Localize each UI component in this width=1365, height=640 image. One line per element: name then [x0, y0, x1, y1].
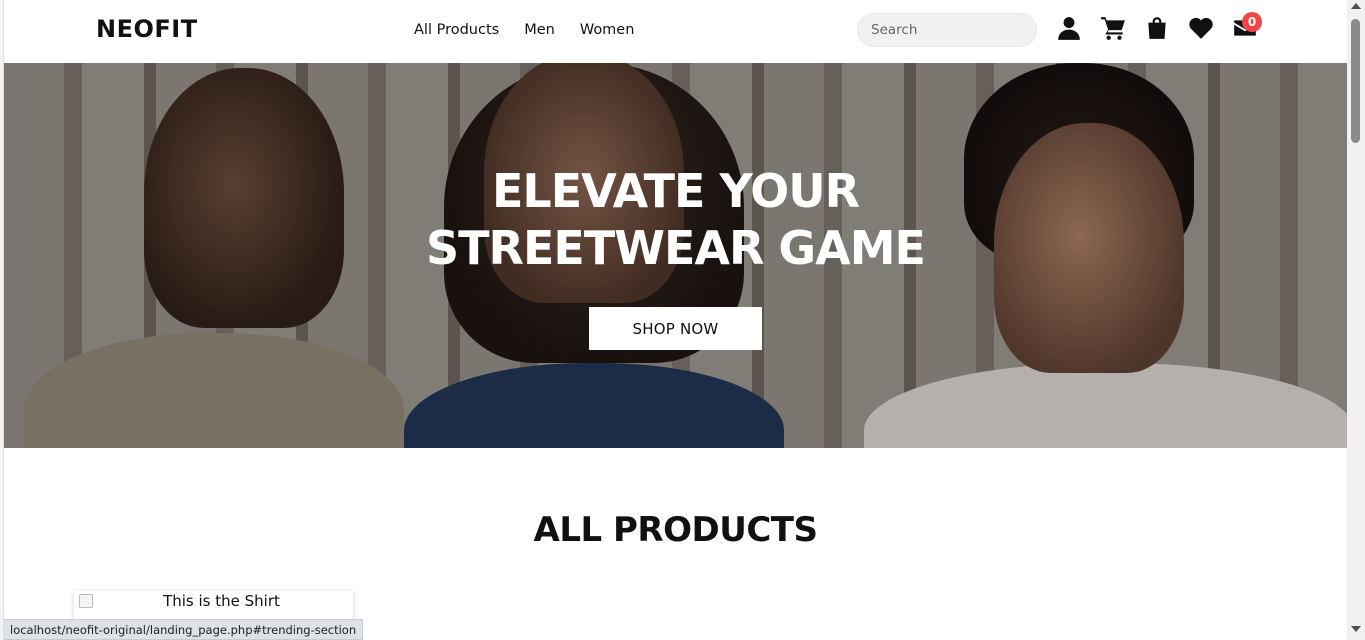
- section-title-all-products: ALL PRODUCTS: [533, 510, 818, 550]
- user-icon[interactable]: [1055, 14, 1083, 42]
- heart-icon[interactable]: [1187, 14, 1215, 42]
- site-header: NEOFIT All Products Men Women 0: [4, 0, 1347, 63]
- search-input[interactable]: [857, 13, 1037, 47]
- vertical-scrollbar[interactable]: [1347, 0, 1365, 640]
- scroll-up-arrow-icon[interactable]: [1351, 3, 1361, 9]
- shopping-bag-icon[interactable]: [1143, 14, 1171, 42]
- hero-banner: ELEVATE YOUR STREETWEAR GAME SHOP NOW: [4, 63, 1347, 448]
- hero-title-line-1: ELEVATE YOUR: [491, 164, 860, 218]
- scroll-down-arrow-icon[interactable]: [1351, 626, 1361, 632]
- main-nav: All Products Men Women: [414, 22, 659, 38]
- cart-icon[interactable]: [1099, 14, 1127, 42]
- nav-men[interactable]: Men: [524, 22, 555, 38]
- site-logo[interactable]: NEOFIT: [96, 15, 198, 43]
- mail-badge: 0: [1242, 12, 1262, 32]
- page: NEOFIT All Products Men Women 0: [4, 0, 1347, 640]
- browser-status-bar: localhost/neofit-original/landing_page.p…: [4, 619, 364, 640]
- hero-title-line-2: STREETWEAR GAME: [426, 221, 926, 275]
- hero-title: ELEVATE YOUR STREETWEAR GAME: [4, 163, 1347, 277]
- nav-all-products[interactable]: All Products: [414, 22, 499, 38]
- nav-women[interactable]: Women: [580, 22, 635, 38]
- product-title[interactable]: This is the Shirt: [74, 592, 369, 610]
- shop-now-button[interactable]: SHOP NOW: [589, 307, 762, 350]
- scrollbar-thumb[interactable]: [1351, 19, 1360, 143]
